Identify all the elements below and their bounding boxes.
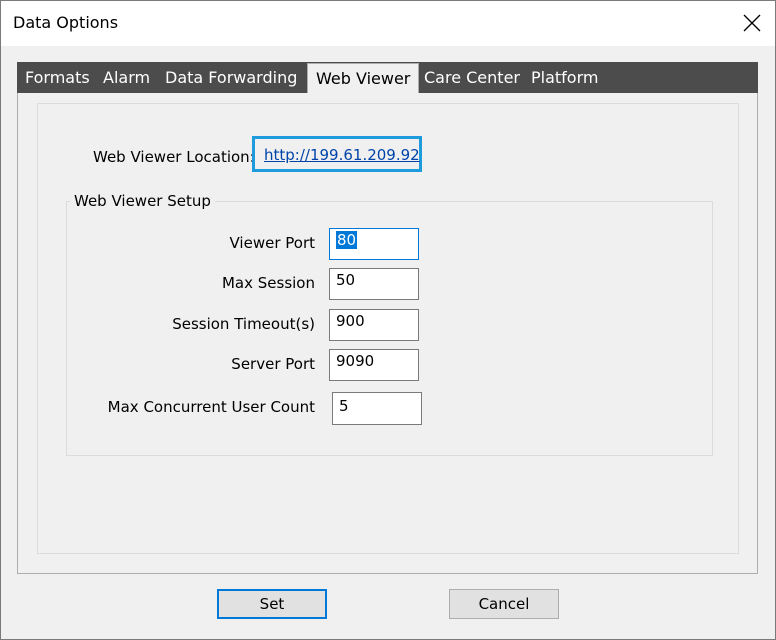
web-viewer-setup-title: Web Viewer Setup [70,192,215,210]
web-viewer-location-label: Web Viewer Location: [93,148,255,166]
close-button[interactable] [729,1,775,46]
viewer-port-value: 80 [336,231,358,249]
server-port-input[interactable]: 9090 [329,349,419,381]
title-bar: Data Options [1,1,775,46]
tab-data-forwarding[interactable]: Data Forwarding [165,62,297,93]
tab-care-center[interactable]: Care Center [424,62,520,93]
data-options-dialog: Data Options Formats Alarm Data Forwardi… [0,0,776,640]
max-session-label: Max Session [221,274,315,292]
close-icon [743,14,761,32]
session-timeout-label: Session Timeout(s) [172,315,315,333]
tab-platform[interactable]: Platform [531,62,598,93]
server-port-label: Server Port [231,355,315,373]
max-session-input[interactable]: 50 [329,268,419,300]
dialog-title: Data Options [13,13,119,32]
cancel-button[interactable]: Cancel [449,589,559,619]
web-viewer-location-link[interactable]: http://199.61.209.92 [264,146,420,164]
viewer-port-label: Viewer Port [229,234,316,252]
session-timeout-input[interactable]: 900 [329,309,419,341]
location-link-highlight: http://199.61.209.92 [252,136,422,172]
max-concurrent-user-count-input[interactable]: 5 [332,392,422,425]
tab-strip: Formats Alarm Data Forwarding Web Viewer… [17,62,758,94]
max-concurrent-user-count-label: Max Concurrent User Count [107,398,315,416]
viewer-port-input[interactable]: 80 [329,228,419,260]
set-button[interactable]: Set [217,589,327,619]
tab-alarm[interactable]: Alarm [103,62,150,93]
tab-formats[interactable]: Formats [25,62,90,93]
tab-web-viewer[interactable]: Web Viewer [307,63,420,94]
